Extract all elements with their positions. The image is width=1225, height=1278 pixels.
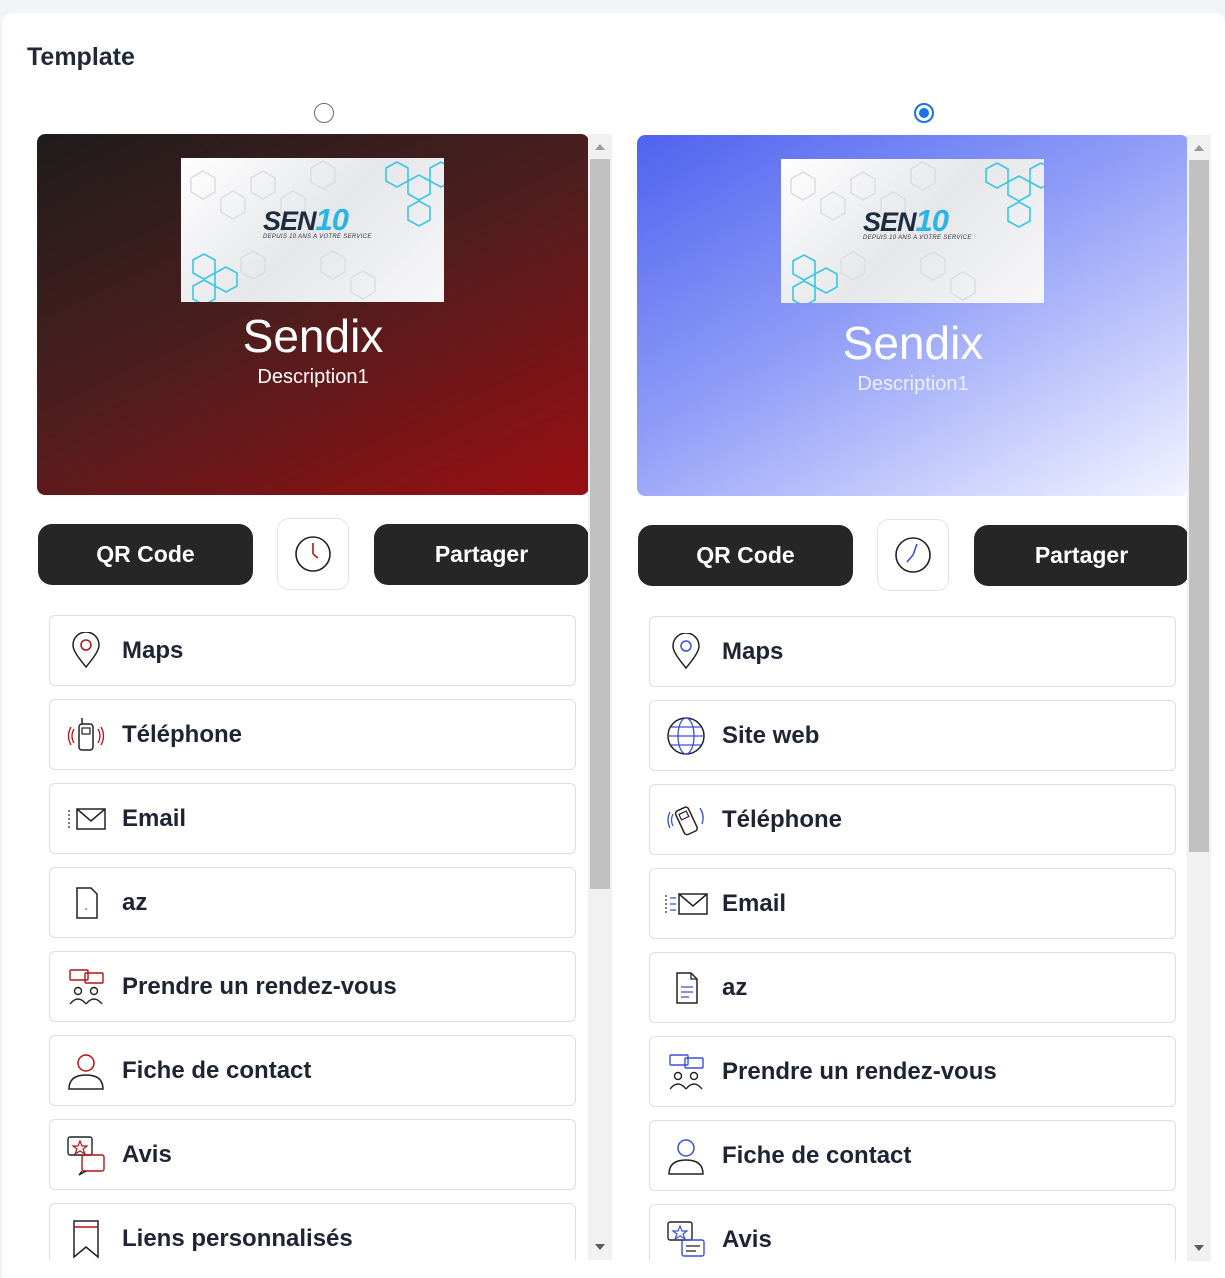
link-appointment[interactable]: Prendre un rendez-vous (649, 1036, 1176, 1107)
phone-icon (67, 717, 105, 751)
qr-code-button[interactable]: QR Code (638, 525, 853, 586)
link-label: Prendre un rendez-vous (122, 972, 397, 1000)
logo-tagline: DEPUIS 10 ANS A VOTRE SERVICE (263, 234, 372, 240)
link-reviews[interactable]: Avis (49, 1119, 576, 1190)
meeting-icon (669, 1053, 704, 1089)
template-1-hero: SEN10 DEPUIS 10 ANS A VOTRE SERVICE Send… (37, 134, 589, 495)
template-2-hero: SEN10 DEPUIS 10 ANS A VOTRE SERVICE Send… (637, 135, 1189, 496)
globe-icon (667, 716, 705, 755)
company-logo: SEN10 (263, 202, 349, 237)
link-label: Avis (122, 1140, 172, 1168)
link-email[interactable]: Email (649, 868, 1176, 939)
company-description: Description1 (857, 373, 969, 395)
scroll-up-arrow[interactable] (1194, 145, 1204, 151)
meeting-icon (69, 968, 104, 1004)
scroll-thumb[interactable] (1189, 160, 1209, 852)
clock-icon (295, 536, 331, 572)
template-1-radio[interactable] (314, 103, 334, 123)
scroll-up-arrow[interactable] (595, 144, 605, 150)
company-banner: SEN10 DEPUIS 10 ANS A VOTRE SERVICE (781, 159, 1044, 303)
section-title: Template (27, 43, 135, 71)
link-label: Maps (122, 636, 184, 664)
review-icon (67, 1135, 105, 1176)
link-label: Liens personnalisés (122, 1224, 353, 1252)
phone-icon (667, 805, 704, 835)
scroll-down-arrow[interactable] (595, 1244, 605, 1250)
link-appointment[interactable]: Prendre un rendez-vous (49, 951, 576, 1022)
template-1-scrollbar[interactable] (588, 134, 612, 1260)
logo-tagline: DEPUIS 10 ANS A VOTRE SERVICE (863, 235, 972, 241)
opening-hours-button[interactable] (877, 519, 949, 591)
link-document[interactable]: az (49, 867, 576, 938)
review-icon (667, 1220, 705, 1257)
link-maps[interactable]: Maps (649, 616, 1176, 687)
link-label: Email (122, 804, 187, 832)
link-maps[interactable]: Maps (49, 615, 576, 686)
link-label: az (122, 888, 148, 916)
link-website[interactable]: Site web (649, 700, 1176, 771)
template-1-preview: SEN10 DEPUIS 10 ANS A VOTRE SERVICE Send… (37, 134, 615, 1260)
link-label: Site web (722, 721, 820, 749)
contact-icon (68, 1053, 104, 1090)
template-2-radio[interactable] (914, 103, 934, 123)
email-icon (665, 892, 708, 915)
link-label: Prendre un rendez-vous (722, 1057, 997, 1085)
clock-icon (895, 537, 931, 573)
link-telephone[interactable]: Téléphone (649, 784, 1176, 855)
link-contact-card[interactable]: Fiche de contact (649, 1120, 1176, 1191)
contact-icon (668, 1138, 704, 1175)
company-banner: SEN10 DEPUIS 10 ANS A VOTRE SERVICE (181, 158, 444, 302)
link-telephone[interactable]: Téléphone (49, 699, 576, 770)
company-logo: SEN10 (863, 203, 949, 238)
link-label: Avis (722, 1225, 772, 1253)
link-label: Fiche de contact (722, 1141, 912, 1169)
document-icon (76, 886, 98, 919)
share-button[interactable]: Partager (974, 525, 1189, 586)
link-contact-card[interactable]: Fiche de contact (49, 1035, 576, 1106)
email-icon (68, 807, 106, 830)
company-description: Description1 (257, 366, 369, 388)
link-label: Téléphone (122, 720, 243, 748)
document-icon (676, 971, 698, 1004)
company-name: Sendix (242, 310, 384, 362)
link-label: Maps (722, 637, 784, 665)
link-label: Fiche de contact (122, 1056, 312, 1084)
link-document[interactable]: az (649, 952, 1176, 1023)
link-custom-links[interactable]: Liens personnalisés (49, 1203, 576, 1260)
scroll-down-arrow[interactable] (1194, 1245, 1204, 1251)
company-name: Sendix (842, 317, 984, 369)
scroll-thumb[interactable] (590, 159, 610, 889)
qr-code-button[interactable]: QR Code (38, 524, 253, 585)
link-reviews[interactable]: Avis (649, 1204, 1176, 1261)
opening-hours-button[interactable] (277, 518, 349, 590)
link-label: Téléphone (722, 805, 843, 833)
link-email[interactable]: Email (49, 783, 576, 854)
template-2-preview: SEN10 DEPUIS 10 ANS A VOTRE SERVICE Send… (637, 135, 1215, 1261)
share-button[interactable]: Partager (374, 524, 589, 585)
link-label: Email (722, 889, 787, 917)
link-label: az (722, 973, 748, 1001)
map-pin-icon (672, 632, 700, 669)
template-2-scrollbar[interactable] (1187, 135, 1211, 1261)
bookmark-icon (73, 1219, 99, 1259)
map-pin-icon (72, 631, 100, 668)
